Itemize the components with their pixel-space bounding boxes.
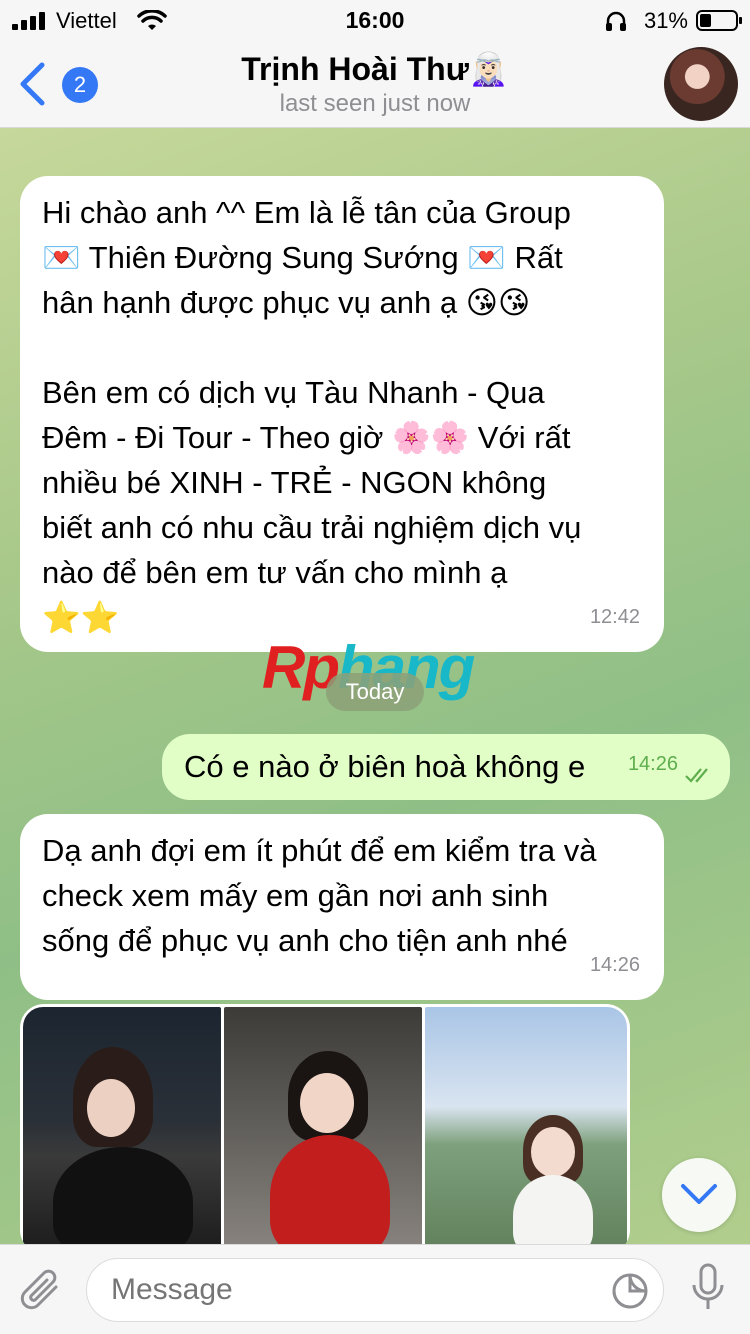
contact-name-text: Trịnh Hoài Thư [241,51,469,87]
top-bar: Viettel 16:00 31% 2 Trịnh Hoài Thư🧝🏻‍♀️ … [0,0,750,128]
message-time: 14:26 [589,954,640,976]
battery-icon [696,10,742,31]
headphones-icon [606,11,626,31]
scroll-to-bottom-button[interactable] [662,1158,736,1232]
date-separator: Today [326,673,424,711]
photo-1[interactable] [23,1007,221,1244]
message-input[interactable] [86,1258,664,1322]
message-bubble-incoming[interactable]: Dạ anh đợi em ít phút để em kiểm tra và … [20,814,664,1000]
input-bar [0,1244,750,1334]
contact-emoji: 🧝🏻‍♀️ [468,51,509,87]
message-time: 14:26 [627,753,678,775]
photo-album[interactable] [20,1004,630,1244]
status-time: 16:00 [345,7,405,33]
double-check-icon [685,768,708,783]
photo-2[interactable] [224,1007,422,1244]
avatar[interactable] [664,47,738,121]
sticker-icon[interactable] [610,1271,650,1311]
battery-percent: 31% [643,8,688,33]
message-bubble-outgoing[interactable]: Có e nào ở biên hoà không e 14:26 [162,734,730,800]
paperclip-icon[interactable] [18,1265,66,1315]
contact-name[interactable]: Trịnh Hoài Thư🧝🏻‍♀️ [0,50,750,88]
chevron-down-icon [681,1184,717,1204]
photo-3[interactable] [425,1007,627,1244]
microphone-icon[interactable] [690,1263,726,1315]
message-text: Dạ anh đợi em ít phút để em kiểm tra và … [42,833,597,958]
message-time: 12:42 [589,606,640,628]
status-bar: Viettel 16:00 31% [0,0,750,42]
last-seen-status: last seen just now [279,90,471,117]
message-bubble-incoming[interactable]: Hi chào anh ^^ Em là lễ tân của Group 💌 … [20,176,664,652]
chat-area[interactable]: Hi chào anh ^^ Em là lễ tân của Group 💌 … [0,128,750,1244]
message-text: Hi chào anh ^^ Em là lễ tân của Group 💌 … [42,195,582,635]
